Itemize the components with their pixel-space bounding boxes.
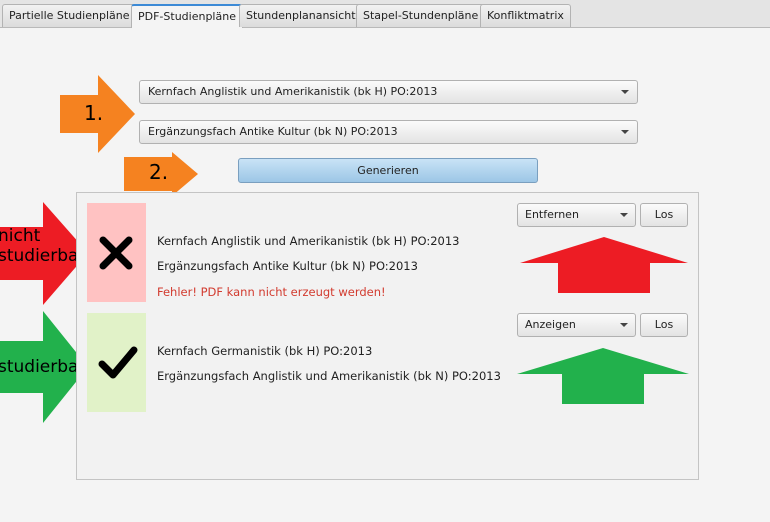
result1-up-arrow bbox=[520, 237, 688, 293]
arrow-up-icon bbox=[520, 237, 688, 293]
major-combobox-value: Kernfach Anglistik und Amerikanistik (bk… bbox=[148, 85, 438, 98]
result2-up-arrow bbox=[517, 348, 689, 404]
chevron-down-icon bbox=[620, 323, 628, 327]
result2-action-select[interactable]: Anzeigen bbox=[517, 313, 636, 337]
generate-button[interactable]: Generieren bbox=[238, 158, 538, 183]
arrow-up-icon bbox=[517, 348, 689, 404]
cross-icon bbox=[99, 236, 133, 270]
result1-go-button[interactable]: Los bbox=[640, 203, 688, 227]
tab-stundenplanansicht[interactable]: Stundenplanansicht bbox=[239, 4, 363, 27]
chevron-down-icon bbox=[620, 213, 628, 217]
result1-major: Kernfach Anglistik und Amerikanistik (bk… bbox=[157, 234, 460, 248]
tab-stapel-stundenplaene[interactable]: Stapel-Stundenpläne bbox=[356, 4, 486, 27]
result1-action-select[interactable]: Entfernen bbox=[517, 203, 636, 227]
result2-major: Kernfach Germanistik (bk H) PO:2013 bbox=[157, 344, 373, 358]
not-studyable-label-2: studierbar bbox=[0, 246, 86, 266]
checkmark-icon bbox=[98, 346, 138, 379]
ok-status-box bbox=[87, 313, 146, 412]
minor-combobox[interactable]: Ergänzungsfach Antike Kultur (bk N) PO:2… bbox=[139, 120, 638, 144]
step1-label: 1. bbox=[84, 101, 104, 125]
result1-error-message: Fehler! PDF kann nicht erzeugt werden! bbox=[157, 285, 386, 299]
result2-action-value: Anzeigen bbox=[525, 318, 576, 331]
result1-minor: Ergänzungsfach Antike Kultur (bk N) PO:2… bbox=[157, 259, 418, 273]
error-status-box bbox=[87, 203, 146, 302]
not-studyable-label-1: nicht bbox=[0, 226, 41, 246]
minor-combobox-value: Ergänzungsfach Antike Kultur (bk N) PO:2… bbox=[148, 125, 398, 138]
tab-partielle-studienplaene[interactable]: Partielle Studienpläne bbox=[2, 4, 137, 27]
studyable-label: studierbar bbox=[0, 357, 86, 377]
step2-label: 2. bbox=[149, 160, 169, 184]
results-panel: Kernfach Anglistik und Amerikanistik (bk… bbox=[76, 192, 699, 480]
tab-bar: Partielle Studienpläne PDF-Studienpläne … bbox=[0, 0, 770, 28]
result1-action-value: Entfernen bbox=[525, 208, 579, 221]
chevron-down-icon bbox=[621, 90, 629, 94]
tab-pdf-studienplaene[interactable]: PDF-Studienpläne bbox=[131, 4, 243, 28]
result2-minor: Ergänzungsfach Anglistik und Amerikanist… bbox=[157, 369, 501, 383]
tab-konfliktmatrix[interactable]: Konfliktmatrix bbox=[480, 4, 571, 27]
chevron-down-icon bbox=[621, 130, 629, 134]
result2-go-button[interactable]: Los bbox=[640, 313, 688, 337]
major-combobox[interactable]: Kernfach Anglistik und Amerikanistik (bk… bbox=[139, 80, 638, 104]
